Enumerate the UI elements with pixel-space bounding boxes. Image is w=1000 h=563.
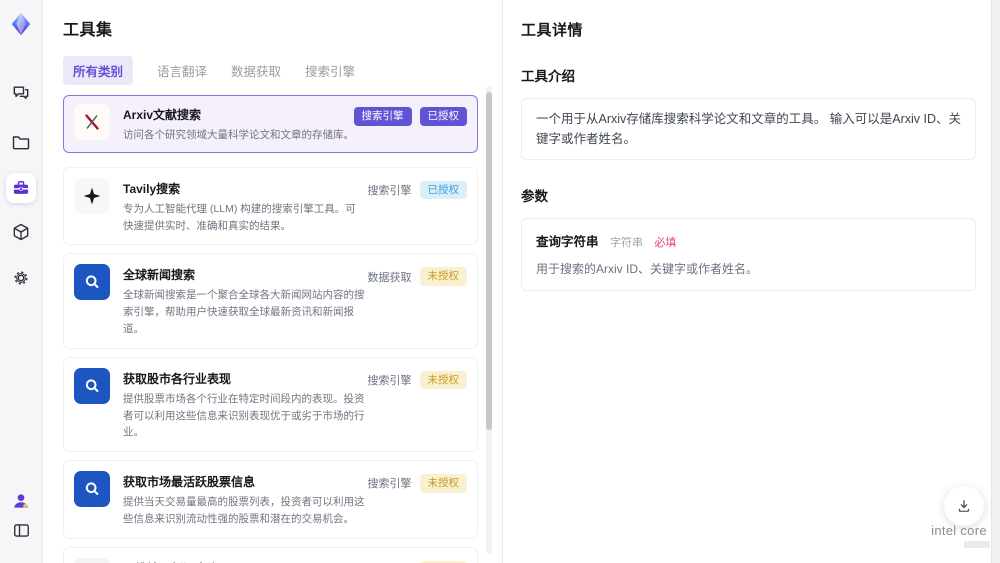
parameter-item: 查询字符串 字符串 必填 用于搜索的Arxiv ID、关键字或作者姓名。 (521, 218, 976, 291)
tool-description: 提供当天交易量最高的股票列表，投资者可以利用这些信息来识别流动性强的股票和潜在的… (123, 496, 365, 525)
category-badge: 搜索引擎 (353, 107, 412, 126)
tool-title: 获取股市各行业表现 (123, 371, 232, 386)
brand-text: intel core (931, 523, 987, 538)
sidebar-item-files[interactable] (7, 128, 35, 156)
intro-text-box: 一个用于从Arxiv存储库搜索科学论文和文章的工具。 输入可以是Arxiv ID… (521, 98, 976, 160)
list-item-global-news[interactable]: 全球新闻搜索 全球新闻搜索是一个聚合全球各大新闻网站内容的搜索引擎，帮助用户快速… (63, 253, 478, 349)
category-label: 搜索引擎 (367, 185, 412, 198)
status-badge: 未授权 (419, 370, 467, 390)
news-search-icon (74, 264, 110, 301)
download-button[interactable] (944, 486, 984, 526)
news-search-icon (74, 471, 110, 508)
tool-title: 获取市场最活跃股票信息 (123, 475, 256, 490)
sidebar-item-settings[interactable] (7, 264, 35, 292)
sidebar-user-avatar[interactable] (7, 487, 35, 515)
sidebar-item-tools[interactable] (6, 173, 36, 203)
status-badge: 已授权 (419, 180, 467, 200)
panel-toggle-icon (12, 521, 31, 540)
tool-description: 访问各个研究领域大量科学论文和文章的存储库。 (123, 129, 354, 141)
logo-diamond-icon (8, 11, 34, 37)
list-item-most-active-stocks[interactable]: 获取市场最活跃股票信息 提供当天交易量最高的股票列表，投资者可以利用这些信息来识… (63, 460, 478, 539)
tool-list: Arxiv文献搜索 访问各个研究领域大量科学论文和文章的存储库。 搜索引擎 已授… (63, 95, 478, 563)
detail-title: 工具详情 (521, 22, 584, 39)
tool-description: 专为人工智能代理 (LLM) 构建的搜索引擎工具。可快速提供实时、准确和真实的结… (123, 202, 356, 232)
list-item-regional-news[interactable]: 万维地区新闻查询 查询具体行政区划内的新闻，快速了解各地新闻动 搜索引擎 未授权 (63, 546, 478, 563)
tab-translation[interactable]: 语言翻译 (157, 56, 207, 85)
status-badge: 已授权 (419, 107, 467, 126)
sidebar-collapse-toggle[interactable] (7, 516, 35, 544)
left-sidebar (0, 0, 43, 563)
folder-icon (11, 132, 31, 152)
param-name: 查询字符串 (536, 235, 599, 249)
params-heading: 参数 (521, 189, 548, 204)
arxiv-logo-icon (74, 104, 110, 140)
status-badge: 未授权 (419, 267, 467, 286)
cube-icon (11, 222, 31, 242)
tool-title: Arxiv文献搜索 (123, 108, 202, 122)
sidebar-item-models[interactable] (7, 218, 35, 246)
download-icon (955, 497, 973, 515)
page-title: 工具集 (63, 22, 113, 39)
param-type: 字符串 (609, 237, 643, 249)
tool-title: 全球新闻搜索 (123, 268, 196, 283)
sidebar-item-chat[interactable] (7, 79, 35, 107)
brand-sub-badge (964, 541, 990, 548)
param-required-flag: 必填 (654, 237, 677, 249)
category-label: 搜索引擎 (367, 375, 412, 388)
tools-list-panel: 工具集 所有类别 语言翻译 数据获取 搜索引擎 Arxiv文献搜索 访问各个研究… (43, 0, 503, 563)
list-item-tavily[interactable]: Tavily搜索 专为人工智能代理 (LLM) 构建的搜索引擎工具。可快速提供实… (63, 166, 478, 246)
list-scrollbar-thumb[interactable] (486, 92, 492, 430)
tool-description: 全球新闻搜索是一个聚合全球各大新闻网站内容的搜索引擎，帮助用户快速获取全球最新资… (123, 289, 365, 335)
news-search-icon (74, 367, 110, 404)
category-label: 搜索引擎 (367, 478, 412, 491)
status-badge: 未授权 (419, 474, 467, 493)
param-description: 用于搜索的Arxiv ID、关键字或作者姓名。 (536, 262, 759, 276)
category-label: 数据获取 (367, 271, 412, 284)
gear-icon (11, 268, 31, 288)
sparkle-icon (74, 177, 110, 214)
tab-all-categories[interactable]: 所有类别 (63, 56, 134, 85)
building-news-icon (74, 557, 110, 563)
list-item-sector-performance[interactable]: 获取股市各行业表现 提供股票市场各个行业在特定时间段内的表现。投资者可以利用这些… (63, 356, 478, 453)
tool-title: Tavily搜索 (123, 181, 181, 196)
category-tabs: 所有类别 语言翻译 数据获取 搜索引擎 (63, 56, 502, 85)
app-logo (7, 10, 35, 38)
intro-heading: 工具介绍 (521, 69, 575, 84)
tab-data-fetch[interactable]: 数据获取 (231, 56, 281, 85)
intel-core-logo: intel core (926, 523, 992, 548)
tool-detail-panel: 工具详情 工具介绍 一个用于从Arxiv存储库搜索科学论文和文章的工具。 输入可… (503, 0, 992, 563)
list-item-arxiv[interactable]: Arxiv文献搜索 访问各个研究领域大量科学论文和文章的存储库。 搜索引擎 已授… (63, 95, 478, 153)
user-avatar-icon (11, 491, 31, 511)
tab-search-engine[interactable]: 搜索引擎 (305, 56, 355, 85)
window-scrollbar-gutter (991, 0, 1000, 563)
toolbox-icon (11, 178, 31, 198)
chat-icon (11, 83, 31, 103)
tool-description: 提供股票市场各个行业在特定时间段内的表现。投资者可以利用这些信息来识别表现优于或… (123, 392, 365, 439)
